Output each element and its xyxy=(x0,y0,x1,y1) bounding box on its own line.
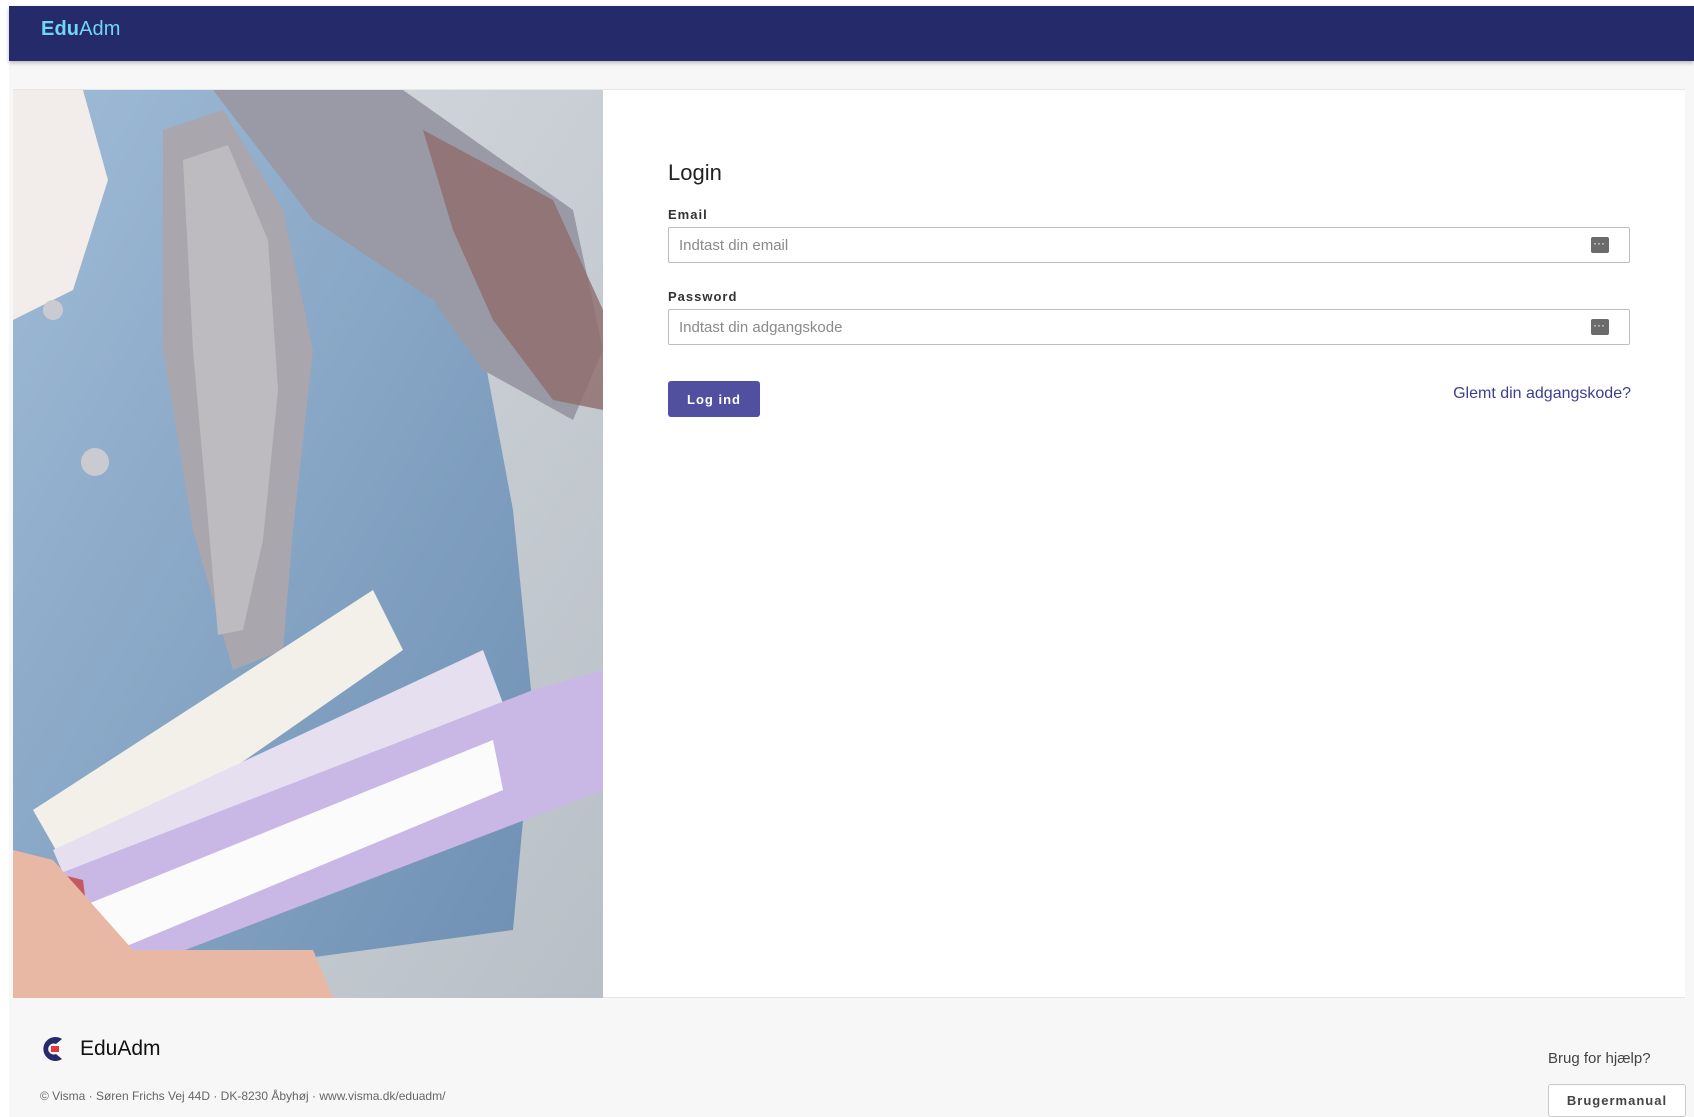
brand-regular: Adm xyxy=(79,18,121,40)
top-bar: EduAdm xyxy=(9,6,1694,61)
brand-bold: Edu xyxy=(41,18,80,40)
email-field-wrapper xyxy=(668,227,1630,263)
forgot-password-link[interactable]: Glemt din adgangskode? xyxy=(1453,385,1631,403)
password-field-wrapper xyxy=(668,309,1630,345)
user-manual-button[interactable]: Brugermanual xyxy=(1548,1084,1686,1117)
login-form: Login Email Password Log ind Glemt din a… xyxy=(668,90,1631,997)
brand-logo-link[interactable]: EduAdm xyxy=(41,18,121,41)
student-photo xyxy=(13,90,603,998)
email-label: Email xyxy=(668,207,708,222)
password-label: Password xyxy=(668,289,738,304)
footer-brand: EduAdm xyxy=(80,1037,161,1060)
visma-logo-icon xyxy=(43,1037,62,1061)
help-text: Brug for hjælp? xyxy=(1548,1050,1651,1067)
login-title: Login xyxy=(668,160,722,185)
password-input[interactable] xyxy=(669,310,1569,344)
copyright-text: © Visma · Søren Frichs Vej 44D · DK-8230… xyxy=(40,1089,446,1103)
password-manager-icon[interactable] xyxy=(1591,237,1609,253)
password-manager-icon[interactable] xyxy=(1591,319,1609,335)
login-button[interactable]: Log ind xyxy=(668,381,760,417)
email-input[interactable] xyxy=(669,228,1569,262)
login-card: Login Email Password Log ind Glemt din a… xyxy=(13,89,1685,998)
